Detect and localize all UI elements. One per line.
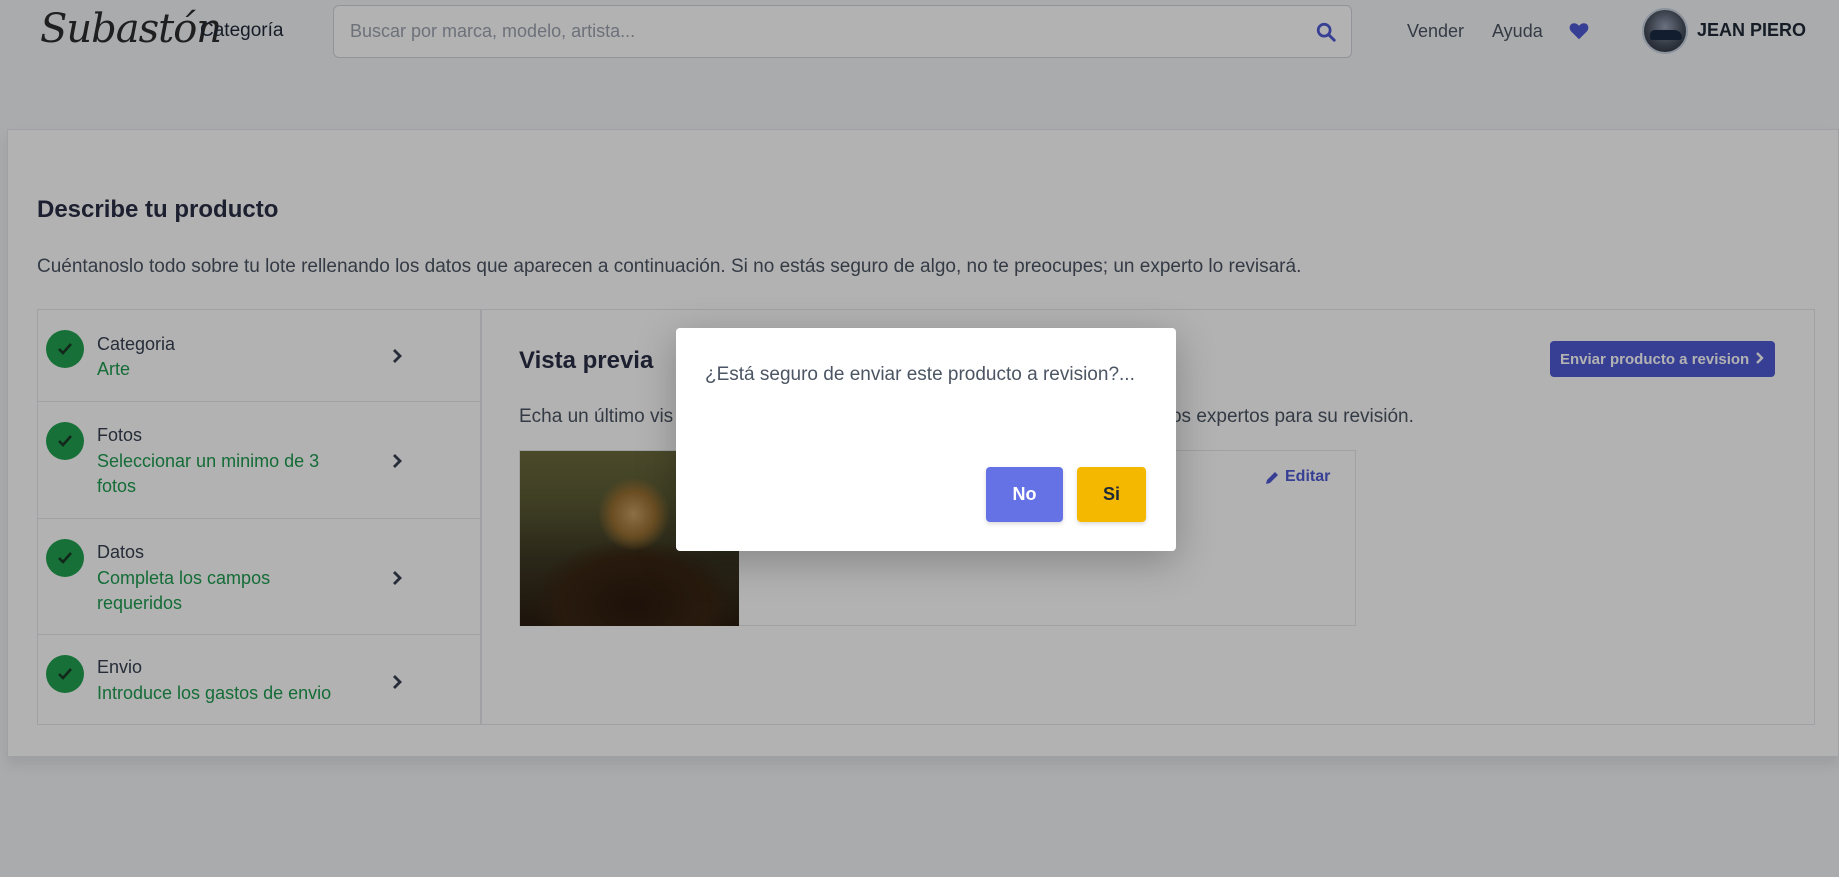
si-button[interactable]: Si [1077,467,1146,522]
no-button[interactable]: No [986,467,1063,522]
dialog-message: ¿Está seguro de enviar este producto a r… [705,364,1135,385]
confirm-dialog: ¿Está seguro de enviar este producto a r… [676,328,1176,551]
